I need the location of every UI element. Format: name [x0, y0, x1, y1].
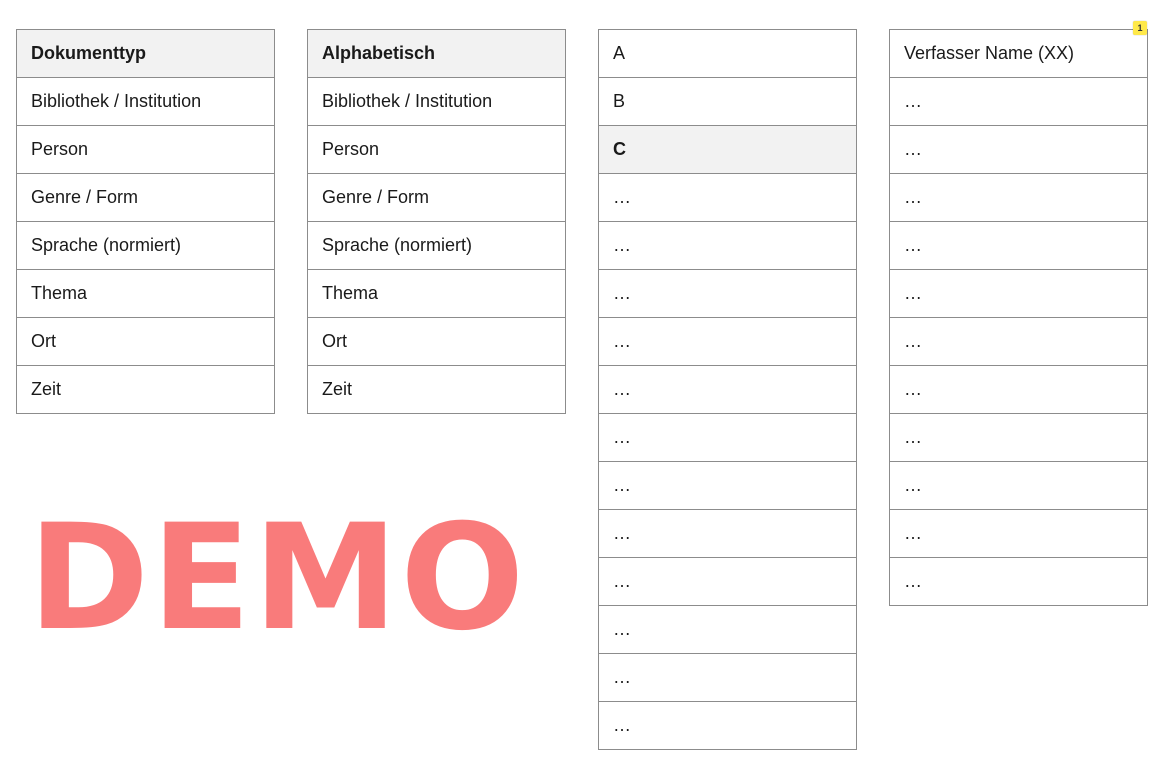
list-item[interactable]: …: [599, 365, 856, 413]
column-header-cell[interactable]: A: [599, 30, 856, 77]
list-item[interactable]: Person: [17, 125, 274, 173]
list-item[interactable]: …: [890, 461, 1147, 509]
list-item[interactable]: C: [599, 125, 856, 173]
column-letters: A B C………………………………: [598, 29, 857, 750]
list-item[interactable]: Thema: [17, 269, 274, 317]
list-item[interactable]: Genre / Form: [308, 173, 565, 221]
list-item[interactable]: …: [890, 221, 1147, 269]
list-item[interactable]: …: [890, 173, 1147, 221]
list-item[interactable]: …: [599, 221, 856, 269]
list-item[interactable]: B: [599, 77, 856, 125]
demo-watermark: DEMO: [28, 493, 527, 663]
list-item[interactable]: …: [890, 365, 1147, 413]
list-item[interactable]: …: [599, 317, 856, 365]
list-item[interactable]: …: [890, 557, 1147, 605]
list-item[interactable]: …: [599, 557, 856, 605]
list-item[interactable]: …: [599, 509, 856, 557]
list-item[interactable]: Person: [308, 125, 565, 173]
list-item[interactable]: …: [599, 461, 856, 509]
list-item[interactable]: …: [599, 701, 856, 749]
note-badge[interactable]: 1: [1133, 21, 1147, 35]
list-item[interactable]: Bibliothek / Institution: [308, 77, 565, 125]
list-item[interactable]: …: [599, 269, 856, 317]
column-header-cell[interactable]: Verfasser Name (XX): [890, 30, 1147, 77]
list-item[interactable]: …: [890, 509, 1147, 557]
list-item[interactable]: Zeit: [308, 365, 565, 413]
list-item[interactable]: Zeit: [17, 365, 274, 413]
list-item[interactable]: Sprache (normiert): [308, 221, 565, 269]
list-item[interactable]: …: [890, 413, 1147, 461]
list-item[interactable]: …: [890, 269, 1147, 317]
list-item[interactable]: Sprache (normiert): [17, 221, 274, 269]
column-authors: Verfasser Name (XX)……………………………: [889, 29, 1148, 606]
list-item[interactable]: Ort: [17, 317, 274, 365]
list-item[interactable]: …: [890, 125, 1147, 173]
list-item[interactable]: Thema: [308, 269, 565, 317]
list-item[interactable]: Ort: [308, 317, 565, 365]
list-item[interactable]: …: [599, 653, 856, 701]
column-dokumenttyp: Dokumenttyp Bibliothek / Institution Perso…: [16, 29, 275, 414]
column-header-cell[interactable]: Alphabetisch: [308, 30, 565, 77]
list-item[interactable]: Bibliothek / Institution: [17, 77, 274, 125]
list-item[interactable]: …: [599, 413, 856, 461]
list-item[interactable]: …: [599, 605, 856, 653]
column-alphabetisch: Alphabetisch Bibliothek / Institution Pers…: [307, 29, 566, 414]
list-item[interactable]: …: [599, 173, 856, 221]
column-header-cell[interactable]: Dokumenttyp: [17, 30, 274, 77]
list-item[interactable]: …: [890, 77, 1147, 125]
list-item[interactable]: Genre / Form: [17, 173, 274, 221]
list-item[interactable]: …: [890, 317, 1147, 365]
